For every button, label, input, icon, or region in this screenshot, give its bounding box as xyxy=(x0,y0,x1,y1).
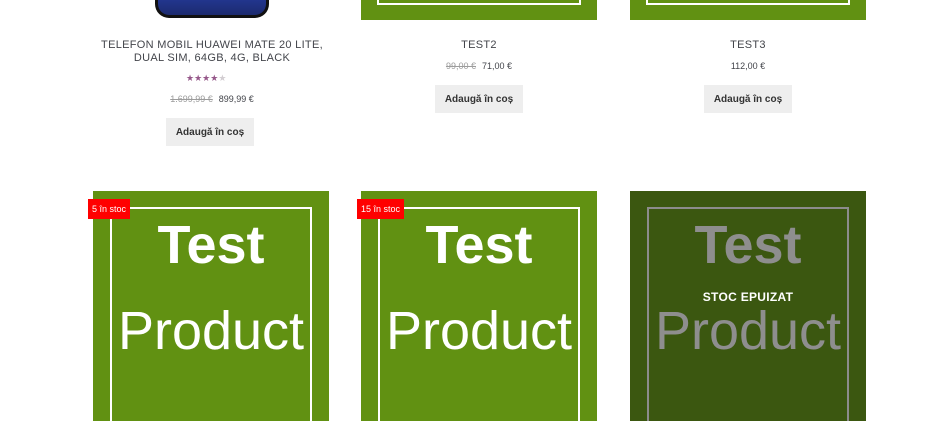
image-text-line2: Product xyxy=(654,301,842,361)
image-text-line2: Product xyxy=(117,301,305,361)
image-text-line1: Test xyxy=(694,215,802,275)
current-price: 71,00 € xyxy=(482,61,513,71)
image-frame xyxy=(646,0,850,5)
product-image-test-product-2[interactable]: Test Product xyxy=(361,191,597,421)
product-title-huawei[interactable]: TELEFON MOBIL HUAWEI MATE 20 LITE, DUAL … xyxy=(90,39,334,65)
stock-badge: 15 în stoc xyxy=(357,199,405,219)
star-icon: ★ xyxy=(194,73,203,83)
add-to-cart-button-test3[interactable]: Adaugă în coș xyxy=(704,85,792,113)
product-image-test-product-1[interactable]: Test Product xyxy=(93,191,329,421)
stock-badge: 5 în stoc xyxy=(88,199,131,219)
product-price-huawei: 1.699,99 € 899,99 € xyxy=(90,94,334,104)
add-to-cart-button-test2[interactable]: Adaugă în coș xyxy=(435,85,523,113)
product-title-test3[interactable]: TEST3 xyxy=(630,39,866,52)
image-text-line2: Product xyxy=(385,301,573,361)
product-image-test3[interactable] xyxy=(630,0,866,20)
product-image-huawei[interactable] xyxy=(155,0,269,18)
add-to-cart-button-huawei[interactable]: Adaugă în coș xyxy=(166,118,254,146)
image-frame xyxy=(377,0,581,5)
product-title-test2[interactable]: TEST2 xyxy=(361,39,597,52)
star-rating: ★★★★★ xyxy=(186,73,236,83)
image-text-line1: Test xyxy=(157,215,265,275)
star-icon: ★ xyxy=(186,73,195,83)
product-image-test2[interactable] xyxy=(361,0,597,20)
old-price: 99,00 € xyxy=(445,61,476,71)
product-price-test3: 112,00 € xyxy=(630,61,866,71)
product-image-test-product-3[interactable]: Test Product STOC EPUIZAT xyxy=(630,191,866,421)
out-of-stock-label: STOC EPUIZAT xyxy=(702,290,794,304)
current-price: 899,99 € xyxy=(218,94,254,104)
current-price: 112,00 € xyxy=(730,61,766,71)
product-price-test2: 99,00 € 71,00 € xyxy=(361,61,597,71)
image-text-line1: Test xyxy=(425,215,533,275)
old-price: 1.699,99 € xyxy=(170,94,213,104)
star-icon: ★ xyxy=(218,73,227,83)
